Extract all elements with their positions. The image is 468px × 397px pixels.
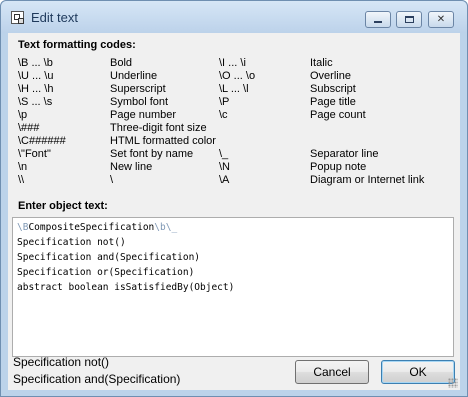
preview-line: Specification not()	[13, 355, 110, 369]
code-cell: \O ... \o	[219, 70, 256, 82]
description-cell: Separator line	[310, 148, 379, 160]
window-title: Edit text	[31, 10, 78, 25]
description-cell: Italic	[310, 57, 333, 69]
code-cell: \H ... \h	[18, 83, 54, 95]
editor-line: abstract boolean isSatisfiedBy(Object)	[17, 282, 235, 293]
code-cell: \###	[18, 122, 40, 134]
resize-grip-icon[interactable]	[448, 378, 458, 388]
code-cell: \_	[219, 148, 229, 160]
description-cell: Bold	[110, 57, 133, 69]
description-cell: Underline	[110, 70, 158, 82]
code-cell: \A	[219, 174, 230, 186]
code-cell: \U ... \u	[18, 70, 54, 82]
title-bar[interactable]: Edit text ✕	[1, 1, 467, 33]
preview-line: Specification and(Specification)	[13, 372, 181, 386]
bold-start-code: \B	[17, 222, 29, 233]
code-cell: \c	[219, 109, 228, 121]
description-cell: Overline	[310, 70, 351, 82]
dialog-body: Text formatting codes: \B ... \b Bold \I .…	[8, 33, 460, 390]
description-cell: HTML formatted color	[110, 135, 216, 147]
minimize-button[interactable]	[365, 11, 391, 28]
description-cell: Page title	[310, 96, 356, 108]
description-cell: Symbol font	[110, 96, 169, 108]
editor-line: Specification or(Specification)	[17, 267, 195, 278]
description-cell: Three-digit font size	[110, 122, 207, 134]
formatting-codes-heading: Text formatting codes:	[18, 39, 136, 51]
code-cell: \n	[18, 161, 28, 173]
minimize-icon	[374, 21, 382, 23]
description-cell: Page count	[310, 109, 366, 121]
code-cell: \B ... \b	[18, 57, 53, 69]
close-icon: ✕	[436, 14, 446, 25]
code-cell: \I ... \i	[219, 57, 246, 69]
code-cell: \P	[219, 96, 230, 108]
description-cell: Subscript	[310, 83, 356, 95]
code-cell: \S ... \s	[18, 96, 53, 108]
object-text-heading: Enter object text:	[18, 200, 108, 212]
code-cell: \\	[18, 174, 25, 186]
description-cell: Popup note	[310, 161, 367, 173]
description-cell: New line	[110, 161, 153, 173]
maximize-button[interactable]	[396, 11, 422, 28]
editor-line: Specification and(Specification)	[17, 252, 201, 263]
code-cell: \C######	[18, 135, 66, 147]
edit-text-dialog: Edit text ✕ Text formatting codes: \B ..…	[0, 0, 468, 397]
description-cell: Diagram or Internet link	[310, 174, 425, 186]
code-cell: \"Font"	[18, 148, 51, 160]
description-cell: Set font by name	[110, 148, 194, 160]
description-cell: Superscript	[110, 83, 166, 95]
editor-line: \BCompositeSpecification\b\_	[17, 222, 177, 234]
code-cell: \p	[18, 109, 28, 121]
editor-line: Specification not()	[17, 237, 126, 248]
ok-button[interactable]: OK	[381, 360, 455, 384]
description-cell: Page number	[110, 109, 177, 121]
maximize-icon	[404, 16, 414, 23]
cancel-button[interactable]: Cancel	[295, 360, 369, 384]
code-cell: \N	[219, 161, 230, 173]
bold-end-separator-code: \b\_	[154, 222, 178, 233]
object-text-editor[interactable]: \BCompositeSpecification\b\_ Specificati…	[12, 217, 454, 357]
close-button[interactable]: ✕	[428, 11, 454, 28]
description-cell: \	[110, 174, 114, 186]
app-icon	[11, 11, 24, 24]
class-name-text: CompositeSpecification	[28, 222, 155, 233]
code-cell: \L ... \l	[219, 83, 249, 95]
